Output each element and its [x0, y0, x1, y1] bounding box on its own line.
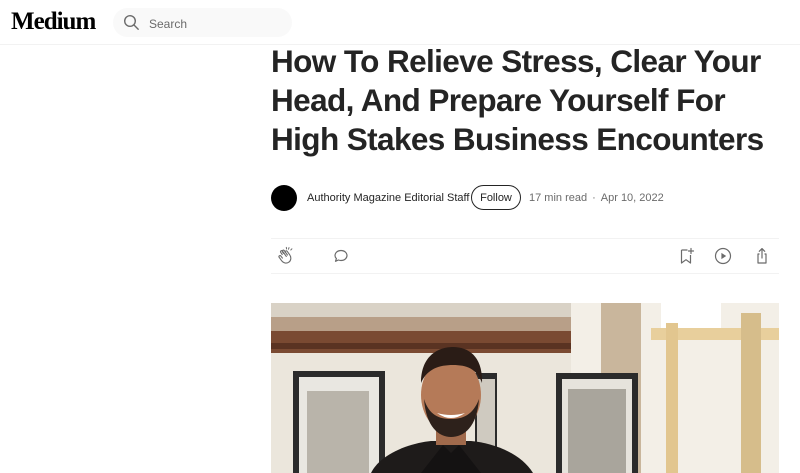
follow-button[interactable]: Follow: [471, 185, 521, 210]
author-name[interactable]: Authority Magazine Editorial Staff: [307, 192, 469, 204]
search-icon: [123, 14, 140, 31]
article-action-bar: [271, 238, 779, 274]
comment-icon[interactable]: [331, 246, 351, 266]
search-box[interactable]: [113, 8, 292, 37]
article-title: How To Relieve Stress, Clear Your Head, …: [271, 43, 764, 157]
hero-image: [271, 303, 779, 473]
top-navigation-bar: Medium: [0, 0, 800, 45]
search-input[interactable]: [147, 12, 286, 35]
article-meta: 17 min read · Apr 10, 2022: [529, 192, 664, 204]
read-time: 17 min read: [529, 192, 588, 204]
author-avatar[interactable]: [271, 185, 297, 211]
byline: Authority Magazine Editorial Staff Follo…: [271, 184, 781, 212]
share-icon[interactable]: [752, 246, 772, 266]
bookmark-icon[interactable]: [676, 246, 696, 266]
clap-icon[interactable]: [276, 246, 296, 266]
play-icon[interactable]: [713, 246, 733, 266]
medium-logo[interactable]: Medium: [11, 8, 96, 36]
meta-separator: ·: [592, 192, 596, 204]
publish-date: Apr 10, 2022: [600, 192, 664, 204]
